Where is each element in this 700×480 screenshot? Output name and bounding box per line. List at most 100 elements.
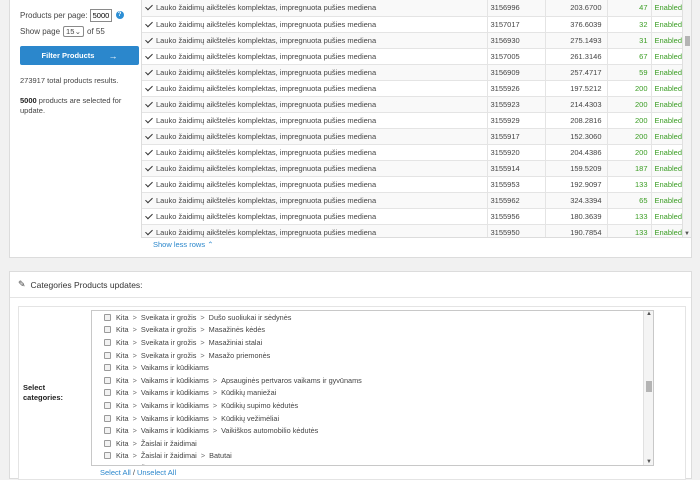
- product-name-cell[interactable]: Lauko žaidimų aikštelės komplektas, impr…: [142, 80, 488, 97]
- category-checkbox[interactable]: [104, 439, 111, 447]
- product-name: Lauko žaidimų aikštelės komplektas, impr…: [156, 211, 377, 221]
- table-row[interactable]: Lauko žaidimų aikštelės komplektas, impr…: [142, 64, 683, 81]
- help-icon[interactable]: ?: [115, 11, 124, 19]
- scrollbar-thumb[interactable]: [646, 381, 652, 392]
- product-name-cell[interactable]: Lauko žaidimų aikštelės komplektas, impr…: [142, 112, 488, 129]
- table-row[interactable]: Lauko žaidimų aikštelės komplektas, impr…: [142, 160, 683, 177]
- check-icon[interactable]: [145, 228, 153, 236]
- show-less-rows-link[interactable]: Show less rows ⌃: [153, 240, 214, 249]
- check-icon[interactable]: [145, 20, 153, 28]
- product-name-cell[interactable]: Lauko žaidimų aikštelės komplektas, impr…: [142, 160, 488, 177]
- scroll-down-icon[interactable]: ▼: [684, 231, 690, 237]
- check-icon[interactable]: [145, 196, 153, 204]
- category-checkbox[interactable]: [104, 338, 111, 346]
- category-checkbox[interactable]: [104, 376, 111, 384]
- table-row[interactable]: Lauko žaidimų aikštelės komplektas, impr…: [142, 192, 683, 209]
- check-icon[interactable]: [145, 148, 153, 156]
- check-icon[interactable]: [145, 116, 153, 124]
- category-item[interactable]: Kita > Vaikams ir kūdikiams > Apsauginės per…: [92, 374, 653, 387]
- check-icon[interactable]: [145, 68, 153, 76]
- category-path-part: Kita: [116, 350, 129, 360]
- product-name-cell[interactable]: Lauko žaidimų aikštelės komplektas, impr…: [142, 48, 488, 65]
- product-name: Lauko žaidimų aikštelės komplektas, impr…: [156, 227, 377, 237]
- category-item[interactable]: Kita > Vaikams ir kūdikiams > Kūdikių supimo…: [92, 399, 653, 412]
- category-path-part: Apsauginės pertvaros vaikams ir gyvūnams: [221, 375, 362, 385]
- unselect-all-link[interactable]: Unselect All: [137, 468, 176, 477]
- product-name-cell[interactable]: Lauko žaidimų aikštelės komplektas, impr…: [142, 176, 488, 193]
- scrollbar-thumb[interactable]: [685, 36, 690, 46]
- product-name-cell[interactable]: Lauko žaidimų aikštelės komplektas, impr…: [142, 144, 488, 161]
- category-checkbox[interactable]: [104, 326, 111, 334]
- category-item[interactable]: Kita > Vaikams ir kūdikiams > Vaikiškos auto…: [92, 424, 653, 437]
- per-page-input[interactable]: [89, 8, 112, 22]
- category-item[interactable]: Kita > Vaikams ir kūdikiams > Kūdikių maniež…: [92, 387, 653, 400]
- check-icon[interactable]: [145, 100, 153, 108]
- category-item[interactable]: Kita > Sveikata ir grožis > Masažo priemonės: [92, 349, 653, 362]
- category-item[interactable]: Kita > Žaislai ir žaidimai > Batutai: [92, 450, 653, 463]
- product-id-cell: 3157017: [487, 16, 546, 33]
- product-name-cell[interactable]: Lauko žaidimų aikštelės komplektas, impr…: [142, 32, 488, 49]
- table-row[interactable]: Lauko žaidimų aikštelės komplektas, impr…: [142, 128, 683, 145]
- table-row[interactable]: Lauko žaidimų aikštelės komplektas, impr…: [142, 32, 683, 49]
- product-id-cell: 3155914: [487, 160, 546, 177]
- breadcrumb-separator: >: [212, 400, 218, 410]
- category-item[interactable]: Kita > Vaikams ir kūdikiams > Kūdikių vežimė…: [92, 412, 653, 425]
- check-icon[interactable]: [145, 36, 153, 44]
- table-row[interactable]: Lauko žaidimų aikštelės komplektas, impr…: [142, 224, 683, 237]
- table-row[interactable]: Lauko žaidimų aikštelės komplektas, impr…: [142, 48, 683, 65]
- category-item[interactable]: Kita > Sveikata ir grožis > Masažinės kėdės: [92, 324, 653, 337]
- category-checkbox[interactable]: [104, 452, 111, 460]
- check-icon[interactable]: [145, 84, 153, 92]
- product-name-cell[interactable]: Lauko žaidimų aikštelės komplektas, impr…: [142, 96, 488, 113]
- category-checkbox[interactable]: [104, 464, 111, 465]
- check-icon[interactable]: [145, 164, 153, 172]
- filter-products-button[interactable]: Filter Products →: [20, 46, 139, 65]
- table-row[interactable]: Lauko žaidimų aikštelės komplektas, impr…: [142, 144, 683, 161]
- product-name-cell[interactable]: Lauko žaidimų aikštelės komplektas, impr…: [142, 208, 488, 225]
- check-icon[interactable]: [145, 3, 153, 11]
- scroll-down-icon[interactable]: ▼: [646, 459, 652, 465]
- product-name-cell[interactable]: Lauko žaidimų aikštelės komplektas, impr…: [142, 64, 488, 81]
- category-checkbox[interactable]: [104, 351, 111, 359]
- category-item[interactable]: Kita > Žaislai ir žaidimai: [92, 437, 653, 450]
- table-row[interactable]: Lauko žaidimų aikštelės komplektas, impr…: [142, 96, 683, 113]
- categories-list: Kita > Sveikata ir grožis > Dušo suoliukai i…: [91, 310, 654, 466]
- product-status-cell: Enabled: [651, 160, 683, 177]
- categories-scrollbar[interactable]: ▲ ▼: [643, 311, 653, 465]
- breadcrumb-separator: >: [200, 451, 206, 461]
- breadcrumb-separator: >: [132, 388, 137, 398]
- table-row[interactable]: Lauko žaidimų aikštelės komplektas, impr…: [142, 0, 683, 17]
- table-row[interactable]: Lauko žaidimų aikštelės komplektas, impr…: [142, 208, 683, 225]
- page-select[interactable]: 15 ⌄: [63, 25, 85, 37]
- product-name-cell[interactable]: Lauko žaidimų aikštelės komplektas, impr…: [142, 16, 488, 33]
- scroll-up-icon[interactable]: ▲: [646, 311, 652, 317]
- table-row[interactable]: Lauko žaidimų aikštelės komplektas, impr…: [142, 176, 683, 193]
- check-icon[interactable]: [145, 212, 153, 220]
- category-item[interactable]: Kita > Sveikata ir grožis > Dušo suoliukai i…: [92, 311, 653, 324]
- product-status-cell: Enabled: [651, 208, 683, 225]
- breadcrumb-separator: >: [132, 375, 137, 385]
- check-icon[interactable]: [145, 180, 153, 188]
- product-name-cell[interactable]: Lauko žaidimų aikštelės komplektas, impr…: [142, 224, 488, 237]
- category-checkbox[interactable]: [104, 401, 111, 409]
- check-icon[interactable]: [145, 52, 153, 60]
- table-row[interactable]: Lauko žaidimų aikštelės komplektas, impr…: [142, 80, 683, 97]
- product-name-cell[interactable]: Lauko žaidimų aikštelės komplektas, impr…: [142, 192, 488, 209]
- select-all-link[interactable]: Select All: [100, 468, 131, 477]
- table-row[interactable]: Lauko žaidimų aikštelės komplektas, impr…: [142, 112, 683, 129]
- category-checkbox[interactable]: [104, 414, 111, 422]
- category-item[interactable]: Kita > Žaislai ir žaidimai > Batutų priedai: [92, 462, 653, 465]
- table-row[interactable]: Lauko žaidimų aikštelės komplektas, impr…: [142, 16, 683, 33]
- breadcrumb-separator: >: [132, 325, 137, 335]
- category-item[interactable]: Kita > Sveikata ir grožis > Masažiniai stala…: [92, 336, 653, 349]
- category-checkbox[interactable]: [104, 389, 111, 397]
- product-name-cell[interactable]: Lauko žaidimų aikštelės komplektas, impr…: [142, 0, 488, 17]
- category-checkbox[interactable]: [104, 427, 111, 435]
- check-icon[interactable]: [145, 132, 153, 140]
- category-checkbox[interactable]: [104, 364, 111, 372]
- product-name-cell[interactable]: Lauko žaidimų aikštelės komplektas, impr…: [142, 128, 488, 145]
- category-checkbox[interactable]: [104, 313, 111, 321]
- breadcrumb-separator: >: [132, 400, 137, 410]
- table-scrollbar[interactable]: ▼: [682, 0, 691, 237]
- category-item[interactable]: Kita > Vaikams ir kūdikiams: [92, 361, 653, 374]
